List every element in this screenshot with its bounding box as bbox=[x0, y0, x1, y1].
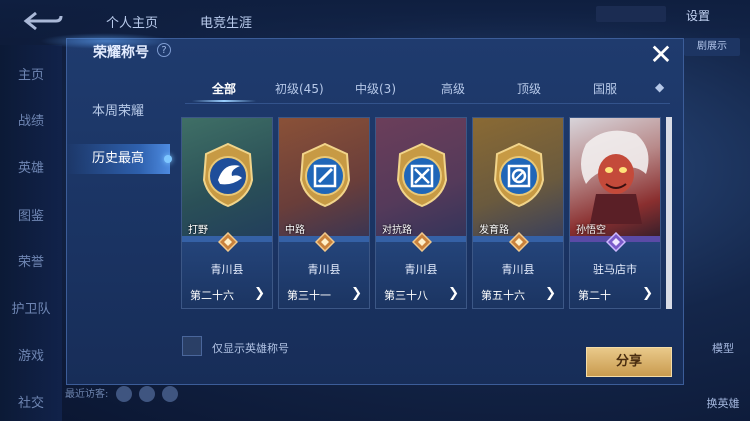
rank-gem-icon bbox=[315, 232, 335, 252]
rank-gem-icon bbox=[509, 232, 529, 252]
card-rank-row[interactable]: 第二十六 ❯ bbox=[182, 281, 272, 308]
card-rank-row[interactable]: 第五十六 ❯ bbox=[473, 281, 563, 308]
card-rank-row[interactable]: 第三十一 ❯ bbox=[279, 281, 369, 308]
nav-item-game[interactable]: 游戏 bbox=[0, 345, 62, 364]
card-rank-row[interactable]: 第三十八 ❯ bbox=[376, 281, 466, 308]
nav-item-home[interactable]: 主页 bbox=[0, 64, 62, 83]
card-position: 发育路 bbox=[479, 225, 509, 236]
tab-top[interactable]: 顶级 bbox=[517, 80, 541, 97]
recent-visitors-label: 最近访客: bbox=[65, 389, 109, 400]
monkey-king-portrait-icon bbox=[581, 130, 649, 224]
background-left-nav bbox=[0, 45, 62, 421]
settings-button[interactable]: 设置 bbox=[686, 7, 710, 24]
change-hero-button[interactable]: 换英雄 bbox=[700, 395, 746, 411]
chevron-right-icon[interactable]: ❯ bbox=[254, 286, 265, 301]
next-card-peek bbox=[666, 117, 672, 309]
title-card-jungle[interactable]: 打野 青川县 第二十六 ❯ bbox=[181, 117, 273, 309]
tab-advanced[interactable]: 高级 bbox=[441, 80, 465, 97]
mid-badge-icon bbox=[299, 142, 351, 208]
jungle-badge-icon bbox=[202, 142, 254, 208]
card-hero-name: 孙悟空 bbox=[576, 225, 606, 236]
rank-gem-icon bbox=[412, 232, 432, 252]
nav-item-record[interactable]: 战绩 bbox=[0, 110, 62, 129]
farm-badge-icon bbox=[493, 142, 545, 208]
close-button[interactable]: ✕ bbox=[646, 40, 676, 70]
tab-national[interactable]: 国服 bbox=[593, 80, 617, 97]
nav-item-guard[interactable]: 护卫队 bbox=[0, 298, 62, 317]
active-tab-underline bbox=[192, 100, 256, 102]
card-rank: 第二十六 bbox=[190, 289, 234, 302]
tab-divider bbox=[185, 103, 670, 104]
card-rank: 第三十八 bbox=[384, 289, 428, 302]
nav-item-honor[interactable]: 荣誉 bbox=[0, 251, 62, 270]
visitor-avatar[interactable] bbox=[115, 386, 132, 402]
title-card-mid[interactable]: 中路 青川县 第三十一 ❯ bbox=[278, 117, 370, 309]
card-region: 青川县 bbox=[404, 263, 438, 276]
visitor-avatar[interactable] bbox=[138, 386, 155, 402]
filter-tabs: 全部 初级(45) 中级(3) 高级 顶级 国服 ◆ bbox=[185, 80, 670, 104]
nav-item-codex[interactable]: 图鉴 bbox=[0, 205, 62, 224]
help-icon[interactable]: ? bbox=[157, 43, 171, 57]
title-card-clash[interactable]: 对抗路 青川县 第三十八 ❯ bbox=[375, 117, 467, 309]
recent-visitors: 最近访客: bbox=[65, 385, 178, 402]
model-button[interactable]: 模型 bbox=[700, 340, 746, 356]
card-region: 青川县 bbox=[210, 263, 244, 276]
card-position: 中路 bbox=[285, 225, 305, 236]
nav-item-social[interactable]: 社交 bbox=[0, 392, 62, 411]
card-rank: 第二十 bbox=[578, 289, 611, 302]
side-item-history-best[interactable]: 历史最高 bbox=[66, 144, 170, 174]
rank-gem-icon bbox=[606, 232, 626, 252]
rank-gem-icon bbox=[218, 232, 238, 252]
title-card-farm[interactable]: 发育路 青川县 第五十六 ❯ bbox=[472, 117, 564, 309]
tab-intermediate[interactable]: 中级(3) bbox=[355, 80, 396, 97]
bg-tab-profile[interactable]: 个人主页 bbox=[106, 12, 158, 31]
card-region: 驻马店市 bbox=[593, 263, 637, 276]
bg-status-chip bbox=[596, 6, 666, 22]
card-rank-row[interactable]: 第二十 ❯ bbox=[570, 281, 660, 308]
modal-title: 荣耀称号 bbox=[93, 45, 149, 61]
card-rank: 第五十六 bbox=[481, 289, 525, 302]
chevron-right-icon[interactable]: ❯ bbox=[448, 286, 459, 301]
nav-item-hero[interactable]: 英雄 bbox=[0, 157, 62, 176]
title-card-hero[interactable]: 孙悟空 驻马店市 第二十 ❯ bbox=[569, 117, 661, 309]
chevron-right-icon[interactable]: ❯ bbox=[351, 286, 362, 301]
side-item-weekly-honor[interactable]: 本周荣耀 bbox=[66, 97, 170, 127]
tab-more[interactable]: ◆ bbox=[655, 80, 664, 94]
chevron-right-icon[interactable]: ❯ bbox=[545, 286, 556, 301]
tab-beginner[interactable]: 初级(45) bbox=[275, 80, 324, 97]
tab-all[interactable]: 全部 bbox=[212, 80, 236, 97]
card-position: 打野 bbox=[188, 225, 208, 236]
card-position: 对抗路 bbox=[382, 225, 412, 236]
bg-display-chip[interactable]: 剧展示 bbox=[684, 38, 740, 56]
card-region: 青川县 bbox=[307, 263, 341, 276]
card-rank: 第三十一 bbox=[287, 289, 331, 302]
active-indicator-dot bbox=[164, 155, 172, 163]
clash-badge-icon bbox=[396, 142, 448, 208]
chevron-right-icon[interactable]: ❯ bbox=[642, 286, 653, 301]
visitor-avatar[interactable] bbox=[161, 386, 178, 402]
hero-titles-only-label: 仅显示英雄称号 bbox=[212, 342, 289, 355]
hero-titles-only-checkbox[interactable] bbox=[182, 336, 202, 356]
bg-tab-esports[interactable]: 电竞生涯 bbox=[200, 12, 252, 31]
card-region: 青川县 bbox=[501, 263, 535, 276]
share-button[interactable]: 分享 bbox=[586, 347, 672, 377]
back-arrow-icon[interactable] bbox=[22, 10, 64, 32]
